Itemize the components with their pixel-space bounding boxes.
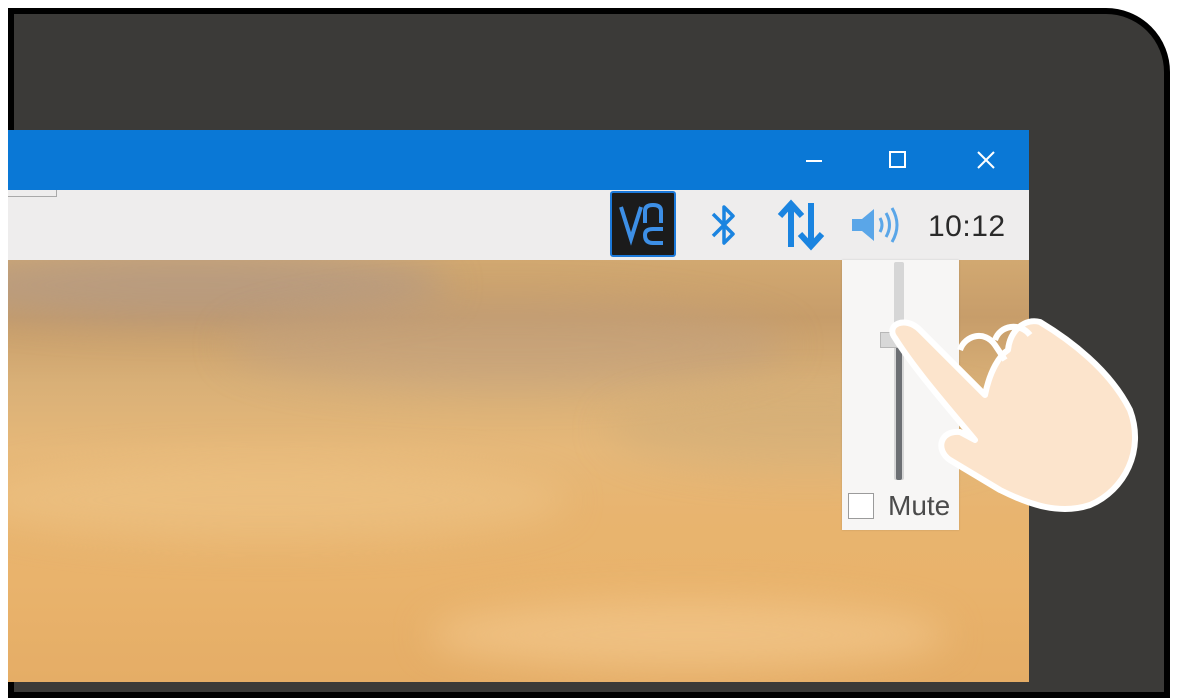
volume-button[interactable] <box>846 194 906 256</box>
maximize-icon <box>889 151 906 168</box>
maximize-button[interactable] <box>880 144 916 176</box>
mute-label[interactable]: Mute <box>888 490 950 522</box>
mute-checkbox[interactable] <box>848 493 874 519</box>
clock[interactable]: 10:12 <box>928 210 1006 244</box>
volume-slider-fill <box>896 340 902 480</box>
network-icon <box>777 199 825 251</box>
close-button[interactable] <box>968 144 1004 176</box>
mute-row: Mute <box>848 490 950 522</box>
window-titlebar <box>8 130 1029 190</box>
volume-slider-thumb[interactable] <box>880 332 918 349</box>
volume-popup: Mute <box>842 260 959 530</box>
vnc-button[interactable] <box>610 191 676 257</box>
taskbar-left-field <box>8 190 57 197</box>
volume-icon <box>852 207 899 243</box>
minimize-button[interactable] <box>796 144 832 176</box>
taskbar: 10:12 <box>8 190 1029 260</box>
bluetooth-button[interactable] <box>704 194 744 256</box>
network-button[interactable] <box>774 194 828 256</box>
vnc-icon <box>619 202 663 246</box>
bluetooth-icon <box>711 205 735 245</box>
desktop-screen: 10:12 Mute <box>8 130 1029 682</box>
close-icon <box>977 151 995 169</box>
minimize-icon <box>806 160 822 162</box>
